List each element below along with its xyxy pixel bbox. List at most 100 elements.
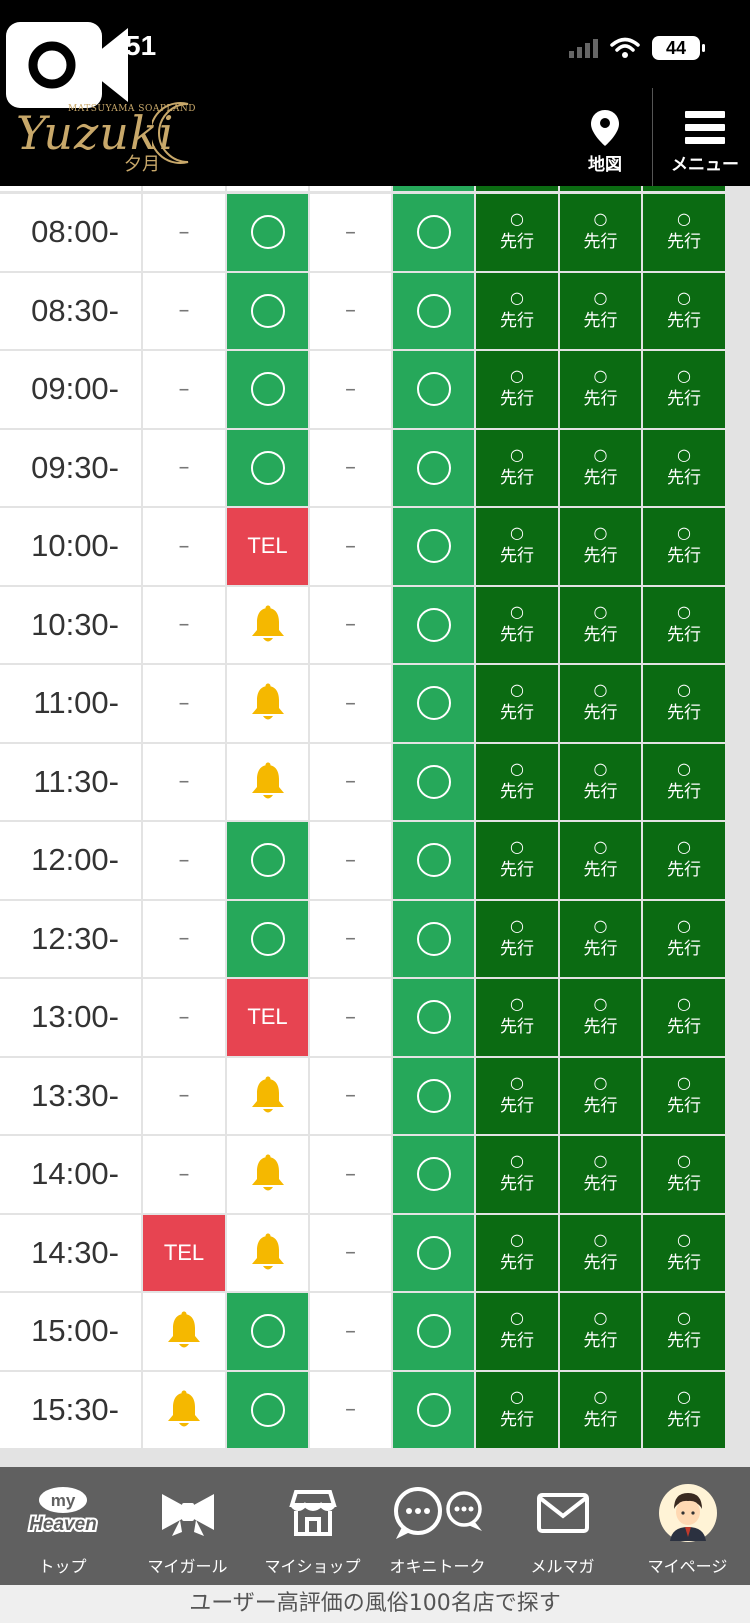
available-slot[interactable] bbox=[393, 743, 474, 820]
advance-booking-slot[interactable]: ○ 先行 bbox=[476, 743, 558, 820]
advance-booking-slot[interactable]: ○ 先行 bbox=[476, 586, 558, 663]
advance-booking-slot[interactable]: ○ 先行 bbox=[560, 665, 641, 742]
call-to-book-slot[interactable]: TEL bbox=[143, 1214, 225, 1291]
advance-booking-slot[interactable]: ○ 先行 bbox=[643, 743, 725, 820]
tab-my-shop[interactable]: マイショップ bbox=[250, 1467, 375, 1585]
advance-booking-slot[interactable]: ○ 先行 bbox=[643, 665, 725, 742]
advance-booking-slot[interactable]: ○ 先行 bbox=[643, 979, 725, 1056]
advance-booking-slot[interactable]: ○ 先行 bbox=[643, 194, 725, 271]
advance-circle-mark: ○ bbox=[677, 1386, 691, 1406]
notify-slot[interactable] bbox=[227, 665, 308, 742]
advance-booking-slot[interactable]: ○ 先行 bbox=[476, 665, 558, 742]
available-slot[interactable] bbox=[393, 822, 474, 899]
advance-booking-slot[interactable]: ○ 先行 bbox=[476, 1057, 558, 1134]
available-slot[interactable] bbox=[227, 900, 308, 977]
advance-booking-slot[interactable]: ○ 先行 bbox=[476, 1214, 558, 1291]
schedule-cell bbox=[227, 186, 308, 191]
available-slot[interactable] bbox=[227, 429, 308, 506]
advance-booking-slot[interactable]: ○ 先行 bbox=[643, 900, 725, 977]
available-slot[interactable] bbox=[227, 1293, 308, 1370]
available-slot[interactable] bbox=[227, 194, 308, 271]
advance-booking-slot[interactable]: ○ 先行 bbox=[643, 1057, 725, 1134]
advance-booking-slot[interactable]: ○ 先行 bbox=[476, 900, 558, 977]
advance-booking-slot[interactable]: ○ 先行 bbox=[560, 508, 641, 585]
advance-booking-slot[interactable]: ○ 先行 bbox=[643, 351, 725, 428]
advance-booking-slot[interactable]: ○ 先行 bbox=[476, 1371, 558, 1448]
available-slot[interactable] bbox=[393, 1136, 474, 1213]
time-slot-label: 14:30- bbox=[0, 1214, 141, 1291]
available-slot[interactable] bbox=[393, 351, 474, 428]
advance-booking-slot[interactable]: ○ 先行 bbox=[560, 1214, 641, 1291]
advance-booking-slot[interactable]: ○ 先行 bbox=[476, 429, 558, 506]
advance-booking-slot[interactable]: ○ 先行 bbox=[560, 1136, 641, 1213]
available-slot[interactable] bbox=[227, 272, 308, 349]
advance-booking-slot[interactable]: ○ 先行 bbox=[643, 508, 725, 585]
advance-booking-slot[interactable]: ○ 先行 bbox=[476, 1293, 558, 1370]
advance-booking-slot[interactable]: ○ 先行 bbox=[560, 1293, 641, 1370]
available-slot[interactable] bbox=[227, 1371, 308, 1448]
notify-slot[interactable] bbox=[227, 586, 308, 663]
tab-mail-magazine[interactable]: メルマガ bbox=[500, 1467, 625, 1585]
call-to-book-slot[interactable]: TEL bbox=[227, 508, 308, 585]
advance-booking-slot[interactable]: ○ 先行 bbox=[643, 822, 725, 899]
dash-text: – bbox=[345, 1318, 356, 1344]
notify-slot[interactable] bbox=[227, 1136, 308, 1213]
advance-booking-slot[interactable]: ○ 先行 bbox=[643, 1293, 725, 1370]
available-slot[interactable] bbox=[393, 508, 474, 585]
available-slot[interactable] bbox=[393, 1057, 474, 1134]
available-slot[interactable] bbox=[393, 586, 474, 663]
notify-slot[interactable] bbox=[227, 1057, 308, 1134]
advance-booking-slot[interactable]: ○ 先行 bbox=[643, 272, 725, 349]
advance-booking-slot[interactable]: ○ 先行 bbox=[476, 822, 558, 899]
advance-booking-slot[interactable]: ○ 先行 bbox=[476, 508, 558, 585]
dash-text: – bbox=[345, 376, 356, 402]
advance-booking-slot[interactable]: ○ 先行 bbox=[643, 429, 725, 506]
advance-booking-slot[interactable]: ○ 先行 bbox=[643, 1214, 725, 1291]
shop-logo[interactable]: MATSUYAMA SOAPLAND Yuzuki 夕月 bbox=[12, 100, 212, 180]
notify-slot[interactable] bbox=[143, 1371, 225, 1448]
menu-button[interactable]: メニュー bbox=[660, 106, 750, 176]
advance-booking-slot[interactable]: ○ 先行 bbox=[476, 194, 558, 271]
advance-booking-slot[interactable]: ○ 先行 bbox=[643, 586, 725, 663]
advance-booking-slot[interactable]: ○ 先行 bbox=[560, 1371, 641, 1448]
advance-booking-slot[interactable]: ○ 先行 bbox=[560, 272, 641, 349]
available-slot[interactable] bbox=[393, 272, 474, 349]
available-slot[interactable] bbox=[393, 194, 474, 271]
tab-okini-talk[interactable]: オキニトーク bbox=[375, 1467, 500, 1585]
available-slot[interactable] bbox=[393, 1293, 474, 1370]
advance-booking-slot[interactable]: ○ 先行 bbox=[560, 1057, 641, 1134]
available-slot[interactable] bbox=[393, 1214, 474, 1291]
map-button[interactable]: 地図 bbox=[565, 106, 645, 176]
advance-booking-slot[interactable]: ○ 先行 bbox=[560, 743, 641, 820]
advance-booking-slot[interactable]: ○ 先行 bbox=[476, 979, 558, 1056]
advance-booking-slot[interactable]: ○ 先行 bbox=[643, 1136, 725, 1213]
time-slot-label: 12:30- bbox=[0, 900, 141, 977]
available-slot[interactable] bbox=[393, 1371, 474, 1448]
available-slot[interactable] bbox=[227, 351, 308, 428]
available-circle-icon bbox=[416, 215, 451, 250]
available-slot[interactable] bbox=[393, 979, 474, 1056]
advance-booking-slot[interactable]: ○ 先行 bbox=[560, 586, 641, 663]
available-slot[interactable] bbox=[393, 900, 474, 977]
advance-booking-slot[interactable]: ○ 先行 bbox=[476, 1136, 558, 1213]
advance-booking-slot[interactable]: ○ 先行 bbox=[476, 351, 558, 428]
advance-booking-slot[interactable]: ○ 先行 bbox=[560, 429, 641, 506]
call-to-book-slot[interactable]: TEL bbox=[227, 979, 308, 1056]
search-top-shops-banner[interactable]: ユーザー高評価の風俗100名店で探す bbox=[0, 1585, 750, 1623]
advance-booking-slot[interactable]: ○ 先行 bbox=[560, 979, 641, 1056]
tab-my-girl[interactable]: マイガール bbox=[125, 1467, 250, 1585]
tab-top[interactable]: my Heaven トップ bbox=[0, 1467, 125, 1585]
advance-booking-slot[interactable]: ○ 先行 bbox=[476, 272, 558, 349]
advance-booking-slot[interactable]: ○ 先行 bbox=[560, 900, 641, 977]
notify-slot[interactable] bbox=[143, 1293, 225, 1370]
notify-slot[interactable] bbox=[227, 1214, 308, 1291]
advance-booking-slot[interactable]: ○ 先行 bbox=[560, 822, 641, 899]
tab-my-page[interactable]: マイページ bbox=[625, 1467, 750, 1585]
available-slot[interactable] bbox=[227, 822, 308, 899]
advance-booking-slot[interactable]: ○ 先行 bbox=[560, 194, 641, 271]
advance-booking-slot[interactable]: ○ 先行 bbox=[560, 351, 641, 428]
notify-slot[interactable] bbox=[227, 743, 308, 820]
available-slot[interactable] bbox=[393, 429, 474, 506]
available-slot[interactable] bbox=[393, 665, 474, 742]
advance-booking-slot[interactable]: ○ 先行 bbox=[643, 1371, 725, 1448]
